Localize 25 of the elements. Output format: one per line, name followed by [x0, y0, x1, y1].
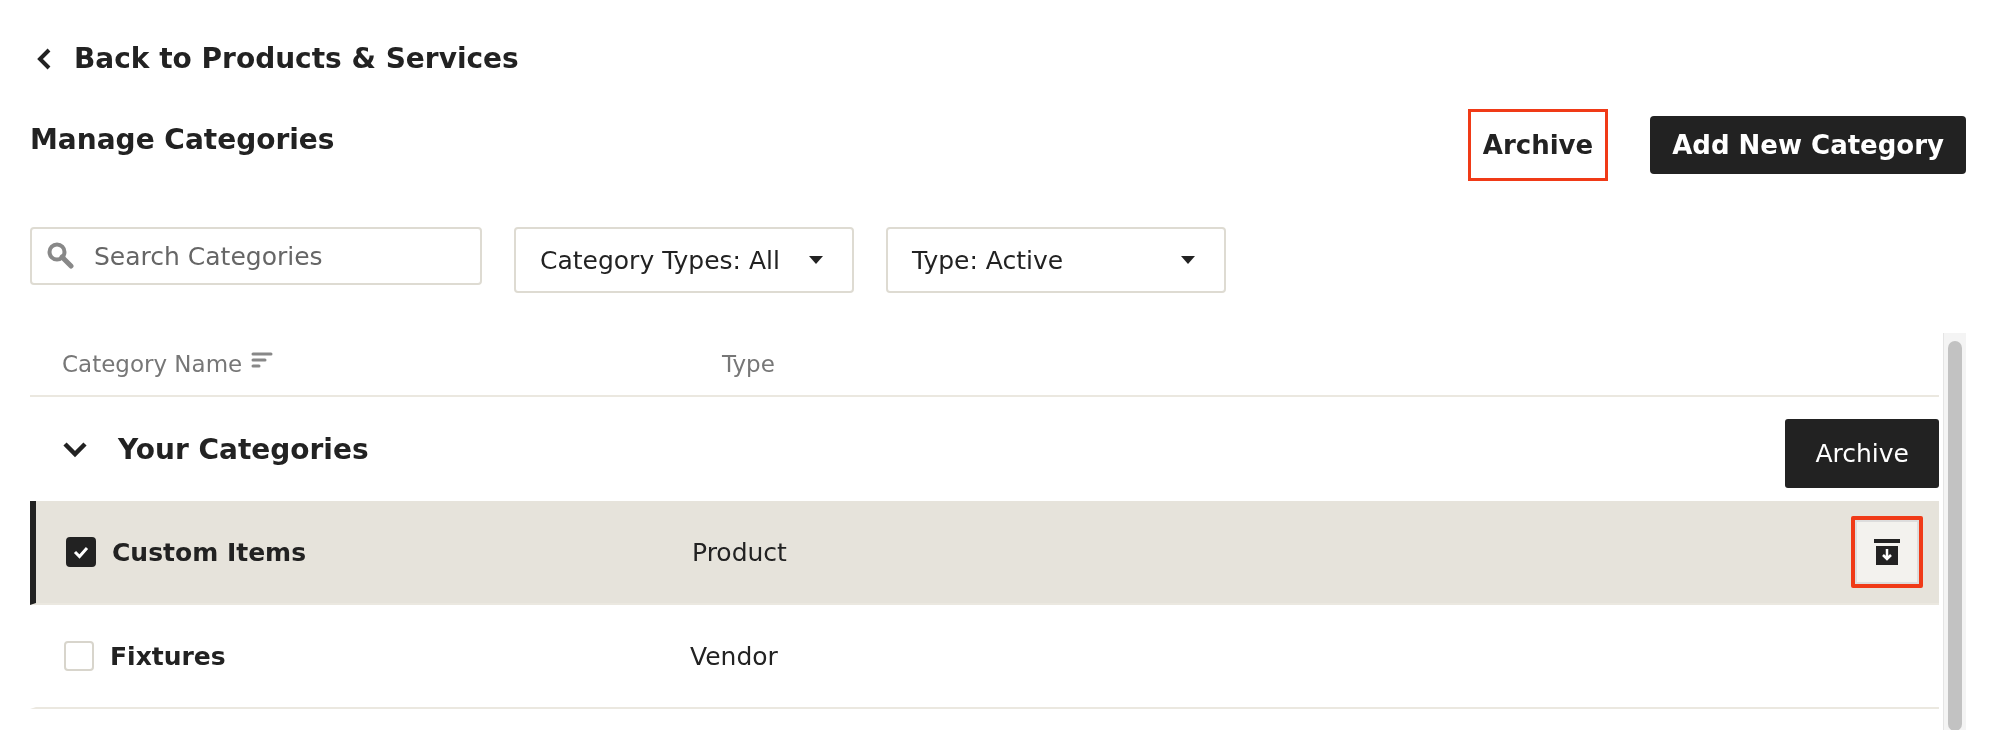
table-row[interactable]: Fixtures Vendor [30, 605, 1939, 709]
caret-icon [1180, 255, 1196, 265]
scrollbar[interactable] [1943, 333, 1966, 730]
archive-icon-button[interactable] [1851, 516, 1923, 588]
archive-box-icon [1872, 537, 1902, 567]
group-title: Your Categories [118, 432, 369, 466]
search-field[interactable]: Search Categories [30, 227, 482, 285]
column-header: Category Name [62, 351, 243, 377]
chevron-down-icon[interactable] [62, 440, 88, 458]
filter-dropdown[interactable]: Category Types: All [514, 227, 854, 293]
table-cell: Product [692, 537, 787, 567]
page-title: Manage Categories [30, 123, 335, 156]
back-link[interactable]: Back to Products & Services [36, 42, 519, 75]
column-header: Type [722, 351, 775, 377]
checkbox[interactable] [66, 537, 96, 567]
table-cell: Vendor [690, 641, 778, 671]
tooltip: Archive [1785, 419, 1939, 488]
table-row[interactable]: Custom Items Product [30, 501, 1939, 605]
table-cell-text: Fixtures [110, 641, 227, 671]
table-cell-text: Custom Items [112, 537, 308, 567]
archive-button[interactable]: Archive [1467, 109, 1609, 181]
filter-dropdown[interactable]: Type: Active [886, 227, 1226, 293]
caret-icon [808, 255, 824, 265]
chevron-left-icon [36, 46, 52, 71]
add-category-button[interactable]: Add New Category [1650, 116, 1966, 174]
